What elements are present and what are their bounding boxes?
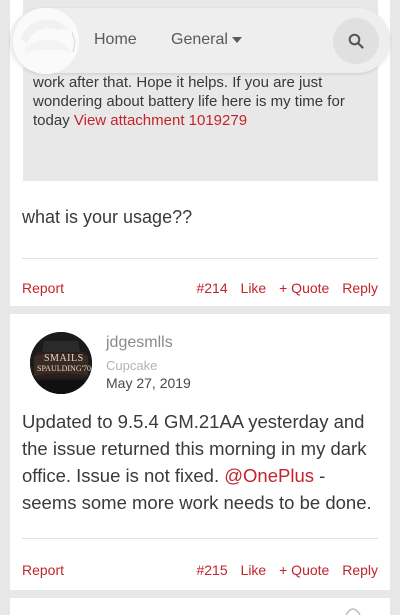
report-link[interactable]: Report [22,278,64,298]
user-title: Cupcake [106,358,158,373]
reply-link[interactable]: Reply [342,280,378,296]
nav-general-label: General [171,31,228,48]
top-nav: Home General [10,8,390,74]
like-link[interactable]: Like [241,280,267,296]
avatar-text-2: SPAULDING'70 [37,364,92,373]
post-number-link[interactable]: #214 [196,280,227,296]
logo-icon[interactable] [13,8,79,74]
message-body: Updated to 9.5.4 GM.21AA yesterday and t… [22,408,380,516]
divider [22,538,378,539]
mention-link[interactable]: @OnePlus [224,465,314,486]
message-body: what is your usage?? [22,207,193,227]
nav-home[interactable]: Home [94,31,137,49]
quote-link[interactable]: + Quote [279,562,329,578]
quote-text: work after that. Hope it helps. If you a… [33,73,368,130]
avatar-text-1: SMAILS [44,353,84,364]
corner-icon [345,608,361,615]
post-date[interactable]: May 27, 2019 [106,375,191,391]
search-icon [348,33,364,49]
post-actions: Report #214 Like + Quote Reply [22,278,378,298]
report-link[interactable]: Report [22,560,64,580]
post-actions: Report #215 Like + Quote Reply [22,560,378,580]
post-215: SMAILS SPAULDING'70 jdgesmlls Cupcake Ma… [10,314,390,590]
divider [22,258,378,259]
chevron-down-icon [231,36,242,43]
username-link[interactable]: jdgesmlls [106,334,173,352]
quote-link[interactable]: + Quote [279,280,329,296]
avatar[interactable]: SMAILS SPAULDING'70 [30,332,92,394]
search-button[interactable] [333,18,379,64]
logo-graphic [13,8,79,74]
post-number-link[interactable]: #215 [196,562,227,578]
reply-link[interactable]: Reply [342,562,378,578]
like-link[interactable]: Like [241,562,267,578]
view-attachment-link[interactable]: View attachment 1019279 [74,112,247,129]
next-post [10,598,390,615]
nav-general[interactable]: General [171,31,242,49]
